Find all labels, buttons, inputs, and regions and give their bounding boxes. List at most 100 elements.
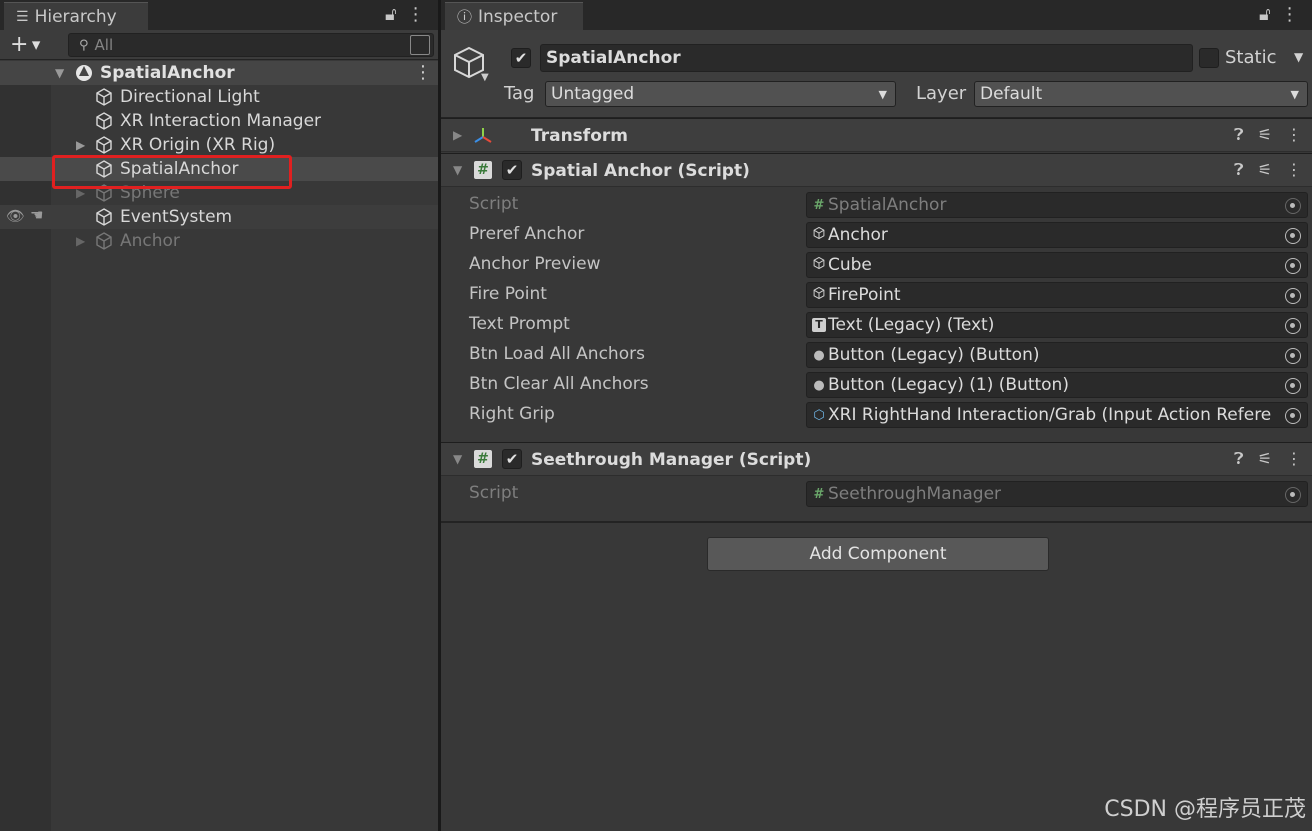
object-picker-icon[interactable] — [1285, 378, 1301, 394]
inspector-tab-icons: 🔓︎ ⋮ — [1259, 4, 1299, 25]
object-field-value: Anchor — [828, 225, 888, 245]
active-checkbox[interactable]: ✔ — [511, 48, 531, 68]
inspector-panel: ⓘ Inspector 🔓︎ ⋮ ▼ ✔ SpatialAnchor Stati… — [441, 0, 1312, 831]
object-field: # SeethroughManager — [806, 481, 1308, 507]
object-picker-icon[interactable] — [1285, 348, 1301, 364]
expanded-arrow-icon[interactable]: ▼ — [453, 163, 462, 177]
hierarchy-item[interactable]: XR Interaction Manager — [0, 109, 438, 133]
tag-value: Untagged — [551, 84, 635, 104]
add-component-button[interactable]: Add Component — [707, 537, 1049, 571]
expand-arrow-icon[interactable]: ▶ — [76, 138, 85, 152]
lock-icon[interactable]: 🔓︎ — [1259, 4, 1271, 25]
cube-icon — [812, 226, 826, 244]
tab-inspector[interactable]: ⓘ Inspector — [445, 2, 583, 30]
input-action-icon: ⬡ — [813, 407, 825, 423]
scene-row[interactable]: ▼ SpatialAnchor ⋮ — [0, 61, 438, 85]
collapsed-arrow-icon[interactable]: ▶ — [453, 128, 462, 142]
property-label: Right Grip — [469, 404, 555, 424]
text-t-icon: T — [812, 318, 826, 332]
object-field[interactable]: ● Button (Legacy) (Button) — [806, 342, 1308, 368]
object-picker-icon[interactable] — [1285, 487, 1301, 503]
hierarchy-item[interactable]: ▶ Anchor — [0, 229, 438, 253]
inspector-tabbar: ⓘ Inspector 🔓︎ ⋮ — [441, 0, 1312, 30]
object-field-value: Cube — [828, 255, 872, 275]
visibility-eye-icon[interactable]: 👁︎ — [6, 207, 25, 225]
object-picker-icon[interactable] — [1285, 198, 1301, 214]
selection-highlight-box — [52, 155, 292, 189]
preset-sliders-icon[interactable]: ⚟ — [1258, 125, 1272, 145]
preset-sliders-icon[interactable]: ⚟ — [1258, 160, 1272, 180]
object-field[interactable]: ● Button (Legacy) (1) (Button) — [806, 372, 1308, 398]
help-icon[interactable]: ❓︎ — [1234, 449, 1244, 469]
search-mode-icon[interactable] — [410, 35, 430, 55]
gameobject-cube-icon — [94, 135, 114, 155]
object-field-value: Text (Legacy) (Text) — [828, 315, 995, 335]
spatial-anchor-enabled-checkbox[interactable]: ✔ — [502, 160, 522, 180]
object-field[interactable]: T Text (Legacy) (Text) — [806, 312, 1308, 338]
property-label: Btn Load All Anchors — [469, 344, 645, 364]
pickable-hand-icon[interactable]: ☚ — [30, 206, 43, 224]
tab-hierarchy[interactable]: ☰ Hierarchy — [4, 2, 148, 30]
object-field[interactable]: ⬡ XRI RightHand Interaction/Grab (Input A… — [806, 402, 1308, 428]
property-label: Preref Anchor — [469, 224, 585, 244]
watermark-text: CSDN @程序员正茂 — [1104, 797, 1306, 822]
expand-arrow-icon[interactable]: ▶ — [76, 234, 85, 248]
expand-arrow-icon[interactable]: ▼ — [55, 66, 64, 80]
hierarchy-search-input[interactable]: ⚲ All — [68, 33, 434, 57]
static-checkbox[interactable] — [1199, 48, 1219, 68]
seethrough-enabled-checkbox[interactable]: ✔ — [502, 449, 522, 469]
tab-inspector-label: Inspector — [478, 6, 558, 27]
layer-label: Layer — [916, 83, 967, 104]
tag-dropdown[interactable]: Untagged ▼ — [545, 81, 896, 107]
more-icon[interactable]: ⋮ — [407, 4, 425, 25]
object-field-value: Button (Legacy) (Button) — [828, 345, 1040, 365]
divider — [441, 521, 1312, 523]
script-icon: # — [813, 197, 825, 213]
gameobject-cube-icon — [94, 111, 114, 131]
property-row: Btn Clear All Anchors ● Button (Legacy) (1… — [441, 371, 1312, 401]
property-row: Btn Load All Anchors ● Button (Legacy) (Bu… — [441, 341, 1312, 371]
expanded-arrow-icon[interactable]: ▼ — [453, 452, 462, 466]
more-icon[interactable]: ⋮ — [1281, 4, 1299, 25]
object-field[interactable]: Anchor — [806, 222, 1308, 248]
tag-label: Tag — [504, 83, 535, 104]
hierarchy-item[interactable]: Directional Light — [0, 85, 438, 109]
object-picker-icon[interactable] — [1285, 228, 1301, 244]
spatial-anchor-header[interactable]: ▼ # ✔ Spatial Anchor (Script) ❓︎ ⚟ ⋮ — [441, 153, 1312, 187]
preset-sliders-icon[interactable]: ⚟ — [1258, 449, 1272, 469]
object-picker-icon[interactable] — [1285, 318, 1301, 334]
object-field[interactable]: FirePoint — [806, 282, 1308, 308]
object-name-value: SpatialAnchor — [546, 48, 681, 68]
help-icon[interactable]: ❓︎ — [1234, 125, 1244, 145]
hierarchy-item[interactable]: EventSystem — [0, 205, 438, 229]
help-icon[interactable]: ❓︎ — [1234, 160, 1244, 180]
static-dropdown-arrow-icon[interactable]: ▼ — [1294, 50, 1303, 64]
chevron-down-icon: ▼ — [878, 87, 887, 101]
seethrough-header-icons: ❓︎ ⚟ ⋮ — [1234, 449, 1302, 469]
seethrough-manager-header[interactable]: ▼ # ✔ Seethrough Manager (Script) ❓︎ ⚟ ⋮ — [441, 442, 1312, 476]
button-circle-icon: ● — [813, 347, 825, 363]
object-picker-icon[interactable] — [1285, 408, 1301, 424]
tab-hierarchy-label: Hierarchy — [34, 6, 117, 27]
layer-dropdown[interactable]: Default ▼ — [974, 81, 1308, 107]
add-object-button[interactable]: + ▼ — [10, 32, 40, 57]
object-name-input[interactable]: SpatialAnchor — [540, 44, 1193, 72]
property-row: Anchor Preview Cube — [441, 251, 1312, 281]
property-label: Anchor Preview — [469, 254, 601, 274]
property-row: Preref Anchor Anchor — [441, 221, 1312, 251]
gameobject-cube-icon — [94, 87, 114, 107]
hierarchy-item-label: XR Origin (XR Rig) — [120, 135, 276, 155]
transform-header[interactable]: ▶ Transform ❓︎ ⚟ ⋮ — [441, 118, 1312, 152]
hierarchy-item[interactable]: ▶ XR Origin (XR Rig) — [0, 133, 438, 157]
object-field[interactable]: Cube — [806, 252, 1308, 278]
lock-icon[interactable]: 🔓︎ — [385, 4, 397, 25]
scene-more-icon[interactable]: ⋮ — [414, 62, 432, 83]
object-picker-icon[interactable] — [1285, 258, 1301, 274]
more-icon[interactable]: ⋮ — [1286, 449, 1302, 469]
more-icon[interactable]: ⋮ — [1286, 160, 1302, 180]
icon-dropdown-arrow-icon[interactable]: ▼ — [481, 72, 489, 83]
hierarchy-item-label: Anchor — [120, 231, 180, 251]
more-icon[interactable]: ⋮ — [1286, 125, 1302, 145]
hierarchy-tab-icons: 🔓︎ ⋮ — [385, 4, 425, 25]
object-picker-icon[interactable] — [1285, 288, 1301, 304]
